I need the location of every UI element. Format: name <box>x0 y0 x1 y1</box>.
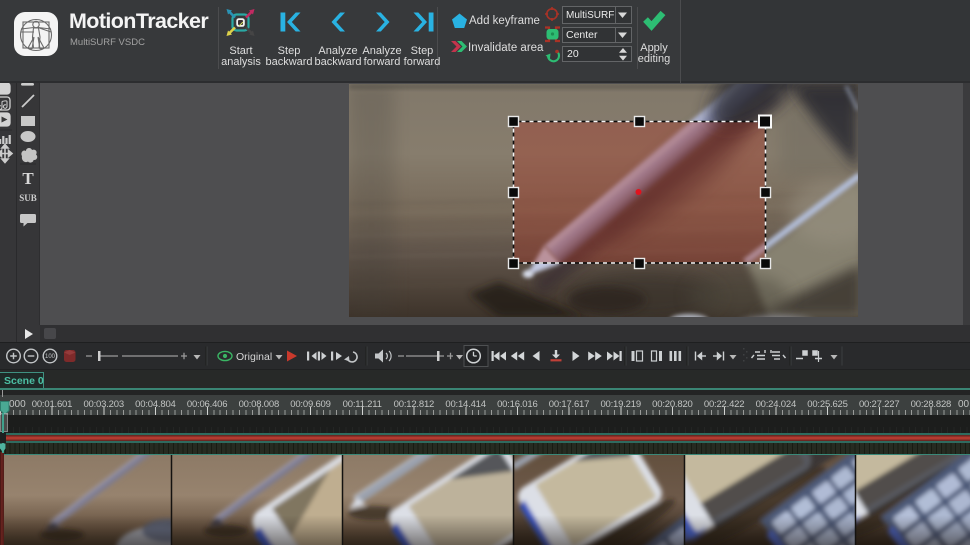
svg-text:Original: Original <box>236 351 272 363</box>
svg-text:100: 100 <box>45 354 56 360</box>
svg-text:SUB: SUB <box>19 193 37 203</box>
svg-text:T: T <box>22 169 34 188</box>
